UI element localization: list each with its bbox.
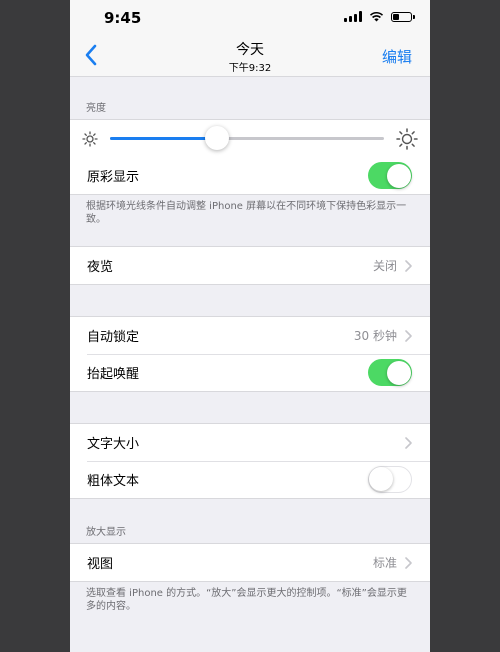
night-shift-group: 夜览 关闭 — [70, 246, 430, 285]
brightness-slider[interactable] — [110, 126, 384, 150]
night-shift-label: 夜览 — [87, 260, 114, 275]
night-shift-value: 关闭 — [372, 259, 397, 273]
zoom-view-row[interactable]: 视图 标准 — [70, 544, 430, 581]
navigation-bar: 今天 下午9:32 编辑 — [70, 34, 430, 77]
zoom-view-label: 视图 — [87, 557, 114, 572]
raise-to-wake-toggle[interactable] — [368, 359, 412, 386]
chevron-right-icon — [405, 556, 412, 569]
text-group: 文字大小 粗体文本 — [70, 423, 430, 499]
status-time: 9:45 — [104, 9, 142, 27]
bold-text-label: 粗体文本 — [87, 474, 140, 489]
raise-to-wake-row: 抬起唤醒 — [70, 354, 430, 391]
zoom-note: 选取查看 iPhone 的方式。“放大”会显示更大的控制项。“标准”会显示更多的… — [86, 588, 407, 612]
true-tone-note: 根据环境光线条件自动调整 iPhone 屏幕以在不同环境下保持色彩显示一致。 — [86, 201, 407, 225]
brightness-slider-thumb[interactable] — [204, 126, 229, 150]
night-shift-row[interactable]: 夜览 关闭 — [70, 247, 430, 284]
zoom-section-header: 放大显示 — [86, 527, 126, 538]
chevron-right-icon — [405, 259, 412, 272]
lock-group: 自动锁定 30 秒钟 抬起唤醒 — [70, 316, 430, 392]
bold-text-toggle[interactable] — [368, 466, 412, 493]
auto-lock-row[interactable]: 自动锁定 30 秒钟 — [70, 317, 430, 354]
chevron-right-icon — [405, 329, 412, 342]
chevron-right-icon — [405, 436, 412, 449]
true-tone-toggle[interactable] — [368, 162, 412, 189]
brightness-slider-row — [70, 120, 430, 157]
sun-large-icon — [396, 127, 418, 150]
zoom-group: 视图 标准 — [70, 543, 430, 582]
text-size-row[interactable]: 文字大小 — [70, 424, 430, 461]
status-icons — [344, 11, 415, 22]
edit-button[interactable]: 编辑 — [382, 46, 412, 67]
battery-icon — [391, 11, 415, 22]
nav-subtitle: 下午9:32 — [228, 63, 272, 74]
zoom-view-value: 标准 — [372, 556, 397, 570]
brightness-section-header: 亮度 — [86, 103, 106, 114]
wifi-icon — [369, 11, 384, 22]
raise-to-wake-label: 抬起唤醒 — [87, 367, 140, 382]
brightness-group: 原彩显示 — [70, 119, 430, 195]
bold-text-row: 粗体文本 — [70, 461, 430, 498]
auto-lock-label: 自动锁定 — [87, 330, 140, 345]
true-tone-label: 原彩显示 — [87, 170, 140, 185]
nav-title: 今天 — [236, 42, 264, 58]
sun-small-icon — [82, 130, 98, 147]
status-bar: 9:45 — [70, 0, 430, 34]
cellular-signal-icon — [344, 11, 362, 22]
true-tone-row: 原彩显示 — [70, 157, 430, 194]
text-size-label: 文字大小 — [87, 437, 140, 452]
phone-screen: 9:45 今天 下午9:32 编辑 亮度 原彩显示 根据环境光线条件自动调整 i… — [70, 0, 430, 652]
auto-lock-value: 30 秒钟 — [353, 329, 397, 343]
brightness-slider-fill — [110, 137, 217, 140]
